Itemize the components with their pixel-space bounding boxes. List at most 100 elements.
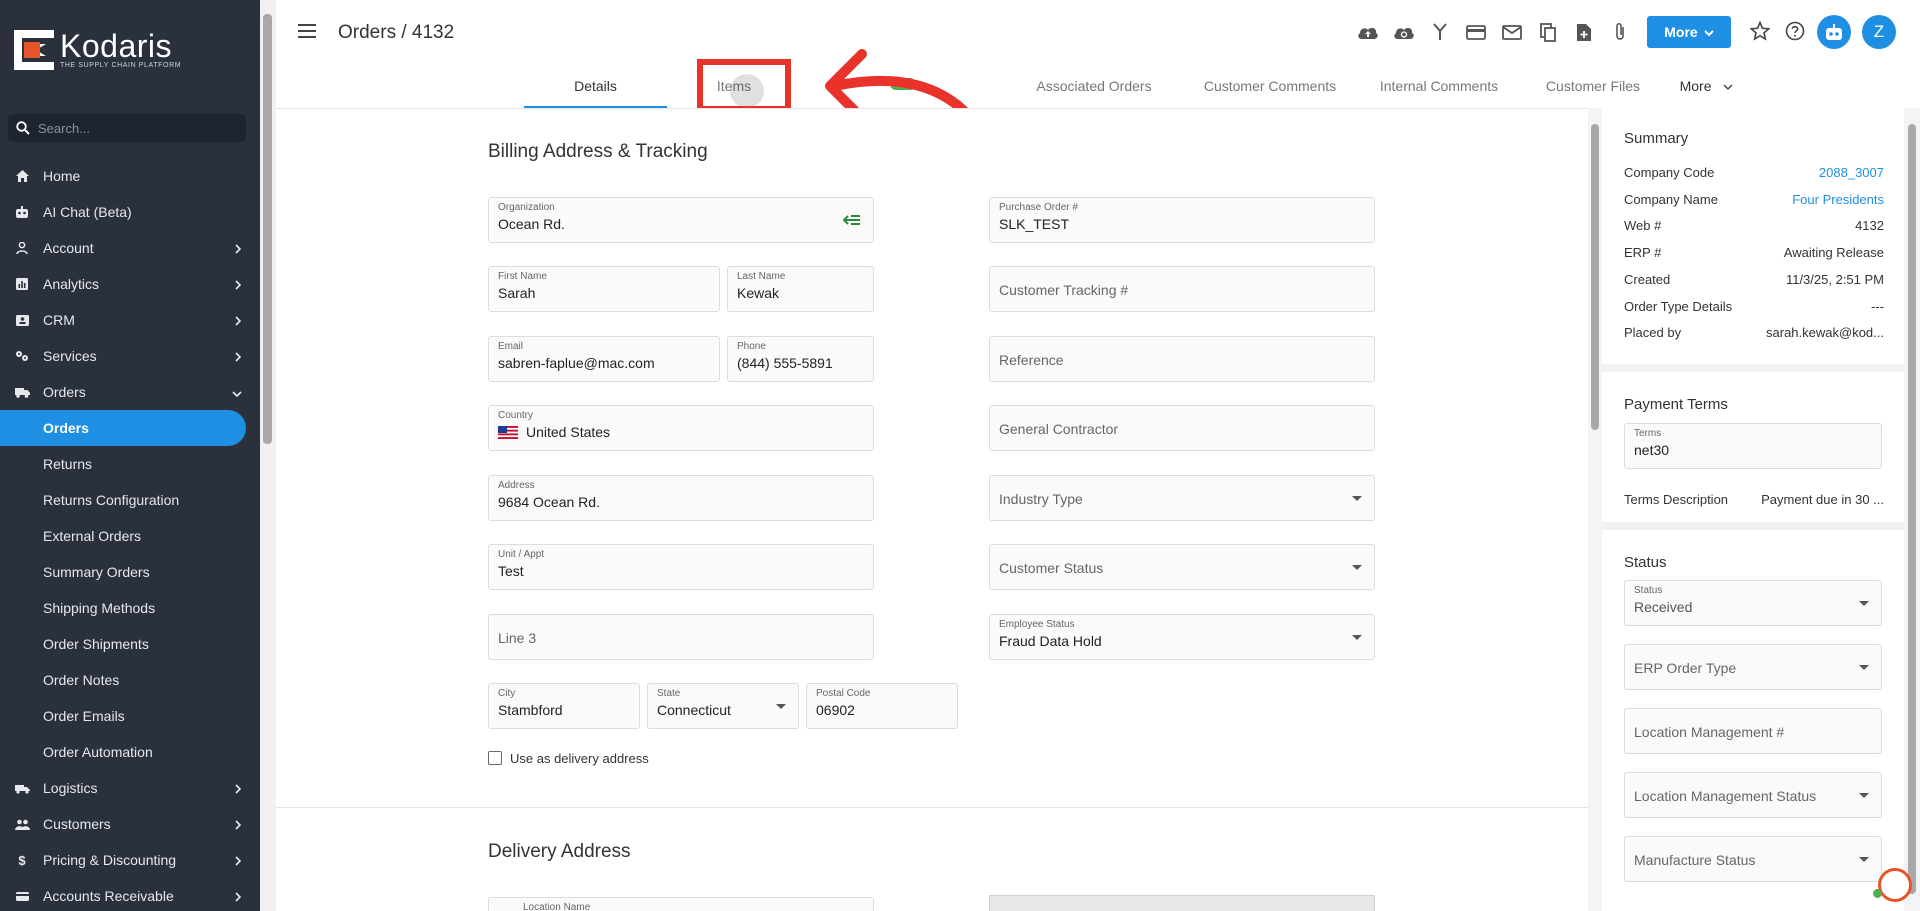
- sidebar-subitem-external-orders[interactable]: External Orders: [0, 518, 260, 554]
- avatar[interactable]: Z: [1862, 15, 1896, 49]
- customer-status-select[interactable]: Customer Status: [989, 544, 1375, 590]
- sidebar-subitem-orders[interactable]: Orders: [0, 410, 246, 446]
- cloud-sync-icon[interactable]: [1392, 20, 1416, 44]
- scrollbar-thumb[interactable]: [263, 14, 272, 444]
- use-as-delivery-checkbox[interactable]: [488, 751, 502, 765]
- sidebar-item-services[interactable]: Services: [0, 338, 260, 374]
- scrollbar-thumb[interactable]: [1591, 124, 1599, 430]
- sidebar-item-crm[interactable]: CRM: [0, 302, 260, 338]
- tab-customer-comments[interactable]: Customer Comments: [1190, 70, 1350, 108]
- scrollbar-thumb[interactable]: [1908, 124, 1916, 894]
- sidebar-subitem-order-notes[interactable]: Order Notes: [0, 662, 260, 698]
- kv-value[interactable]: Four Presidents: [1792, 192, 1884, 207]
- sidebar-item-label: AI Chat (Beta): [43, 204, 132, 220]
- chevron-down-icon: [1704, 24, 1714, 40]
- first-name-field[interactable]: First Name Sarah: [488, 266, 720, 312]
- field-placeholder: Manufacture Status: [1634, 852, 1756, 868]
- sidebar-search[interactable]: [8, 114, 246, 142]
- sidebar-subitem-shipping-methods[interactable]: Shipping Methods: [0, 590, 260, 626]
- sidebar-item-accounts-receivable[interactable]: Accounts Receivable: [0, 878, 260, 911]
- purchase-order-field[interactable]: Purchase Order # SLK_TEST: [989, 197, 1375, 243]
- field-placeholder: Customer Tracking #: [999, 282, 1129, 298]
- line3-field[interactable]: Line 3: [488, 614, 874, 660]
- sidebar-item-label: Services: [43, 348, 97, 364]
- sidebar-item-label: Logistics: [43, 780, 98, 796]
- merge-icon[interactable]: [1428, 20, 1452, 44]
- logo-name: Kodaris: [60, 28, 172, 64]
- credit-card-icon[interactable]: [1464, 20, 1488, 44]
- paperclip-icon[interactable]: [1608, 20, 1632, 44]
- sidebar-subitem-returns-configuration[interactable]: Returns Configuration: [0, 482, 260, 518]
- email-icon[interactable]: [1500, 20, 1524, 44]
- ai-assistant-button[interactable]: [1817, 15, 1851, 49]
- search-input[interactable]: [38, 120, 228, 136]
- location-management-field[interactable]: Location Management #: [1624, 708, 1882, 754]
- customer-tracking-field[interactable]: Customer Tracking #: [989, 266, 1375, 312]
- city-field[interactable]: City Stambford: [488, 683, 640, 729]
- sidebar-item-account[interactable]: Account: [0, 230, 260, 266]
- menu-icon[interactable]: [298, 24, 316, 41]
- location-name-field[interactable]: Location Name: [488, 897, 874, 911]
- delivery-map[interactable]: [989, 895, 1375, 911]
- sidebar-subitem-order-automation[interactable]: Order Automation: [0, 734, 260, 770]
- industry-type-select[interactable]: Industry Type: [989, 475, 1375, 521]
- field-value: Connecticut: [657, 702, 731, 718]
- general-contractor-field[interactable]: General Contractor: [989, 405, 1375, 451]
- header-toolbar: [1356, 20, 1632, 44]
- kv-value[interactable]: 2088_3007: [1819, 165, 1884, 180]
- copy-icon[interactable]: [1536, 20, 1560, 44]
- location-management-status-select[interactable]: Location Management Status: [1624, 772, 1882, 818]
- kv-key: Company Code: [1624, 165, 1715, 180]
- email-field[interactable]: Email sabren-faplue@mac.com: [488, 336, 720, 382]
- kodaris-logo[interactable]: Kodaris THE SUPPLY CHAIN PLATFORM: [14, 30, 181, 70]
- address-lookup-icon[interactable]: [842, 214, 861, 229]
- sidebar-item-pricing-discounting[interactable]: $ Pricing & Discounting: [0, 842, 260, 878]
- last-name-field[interactable]: Last Name Kewak: [727, 266, 874, 312]
- cloud-upload-icon[interactable]: [1356, 20, 1380, 44]
- add-document-icon[interactable]: [1572, 20, 1596, 44]
- tab-associated-orders[interactable]: Associated Orders: [1014, 70, 1174, 108]
- field-label: Postal Code: [816, 688, 871, 699]
- terms-field[interactable]: Terms net30: [1624, 423, 1882, 469]
- sidebar-item-ai-chat[interactable]: AI Chat (Beta): [0, 194, 260, 230]
- address-field[interactable]: Address 9684 Ocean Rd.: [488, 475, 874, 521]
- organization-field[interactable]: Organization Ocean Rd.: [488, 197, 874, 243]
- use-as-delivery-label: Use as delivery address: [510, 751, 649, 766]
- main-scrollbar[interactable]: [1588, 108, 1602, 911]
- field-value: (844) 555-5891: [737, 355, 833, 371]
- employee-status-select[interactable]: Employee Status Fraud Data Hold: [989, 614, 1375, 660]
- country-field[interactable]: Country United States: [488, 405, 874, 451]
- field-label: State: [657, 688, 681, 699]
- support-chat-button[interactable]: [1878, 868, 1912, 902]
- sidebar-scrollbar[interactable]: [260, 0, 276, 911]
- sidebar-subitem-order-shipments[interactable]: Order Shipments: [0, 626, 260, 662]
- state-select[interactable]: State Connecticut: [647, 683, 799, 729]
- sidebar-item-customers[interactable]: Customers: [0, 806, 260, 842]
- truck-icon: [14, 384, 30, 400]
- sidebar-item-analytics[interactable]: Analytics: [0, 266, 260, 302]
- erp-order-type-select[interactable]: ERP Order Type: [1624, 644, 1882, 690]
- sidebar-item-label: Analytics: [43, 276, 100, 292]
- sidebar-item-home[interactable]: Home: [0, 158, 260, 194]
- help-icon[interactable]: [1785, 21, 1805, 44]
- sidebar-subitem-summary-orders[interactable]: Summary Orders: [0, 554, 260, 590]
- tab-more[interactable]: More: [1669, 70, 1744, 108]
- sidebar-subitem-order-emails[interactable]: Order Emails: [0, 698, 260, 734]
- sidebar-item-logistics[interactable]: Logistics: [0, 770, 260, 806]
- phone-field[interactable]: Phone (844) 555-5891: [727, 336, 874, 382]
- more-button[interactable]: More: [1647, 16, 1731, 48]
- tab-customer-files[interactable]: Customer Files: [1528, 70, 1658, 108]
- reference-field[interactable]: Reference: [989, 336, 1375, 382]
- star-icon[interactable]: [1749, 20, 1771, 44]
- unit-field[interactable]: Unit / Appt Test: [488, 544, 874, 590]
- field-placeholder: Line 3: [498, 630, 537, 646]
- postal-code-field[interactable]: Postal Code 06902: [806, 683, 958, 729]
- right-panel-scrollbar[interactable]: [1904, 108, 1920, 911]
- tab-internal-comments[interactable]: Internal Comments: [1364, 70, 1514, 108]
- manufacture-status-select[interactable]: Manufacture Status: [1624, 836, 1882, 882]
- sidebar-subitem-returns[interactable]: Returns: [0, 446, 260, 482]
- sidebar-item-orders[interactable]: Orders: [0, 374, 260, 410]
- tab-details[interactable]: Details: [524, 70, 667, 108]
- status-select[interactable]: Status Received: [1624, 580, 1882, 626]
- kv-key: ERP #: [1624, 245, 1662, 261]
